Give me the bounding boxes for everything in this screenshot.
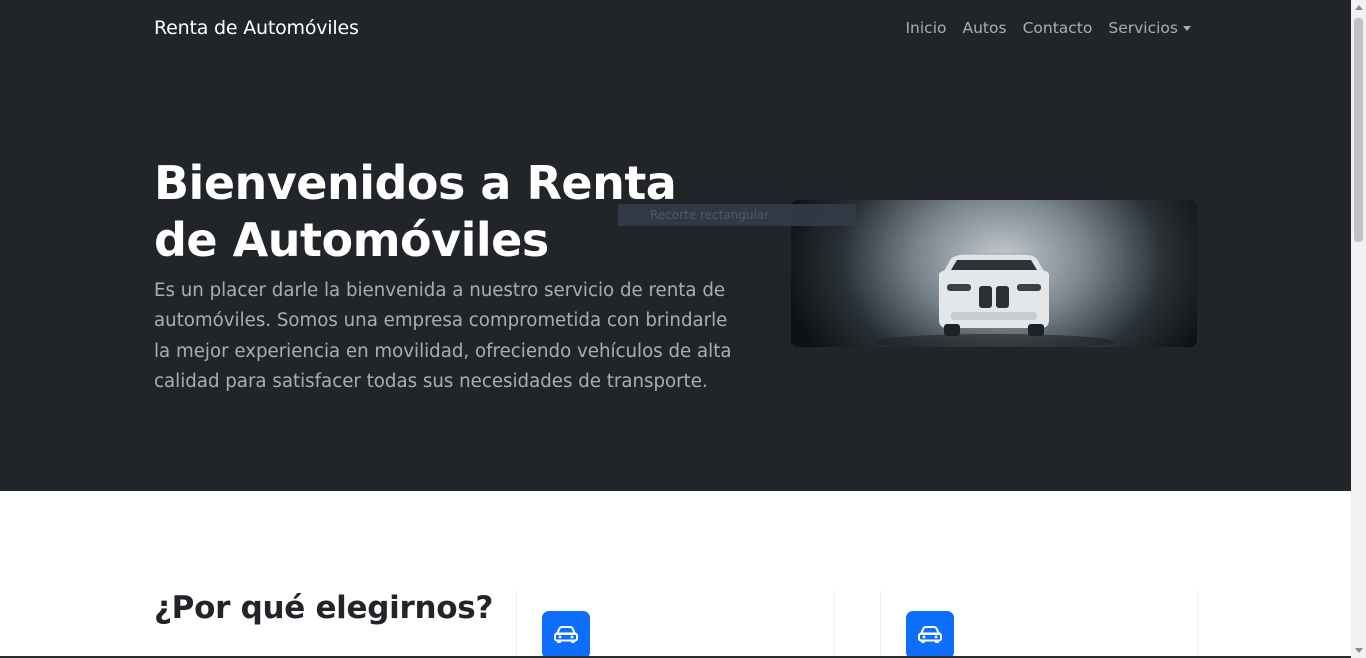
card-border <box>834 590 835 658</box>
navbar: Renta de Automóviles Inicio Autos Contac… <box>0 0 1351 58</box>
vertical-scrollbar[interactable] <box>1351 0 1366 658</box>
nav-links: Inicio Autos Contacto Servicios <box>897 19 1191 37</box>
feature-icon-box <box>906 611 954 658</box>
caret-down-icon <box>1183 25 1191 31</box>
hero-description: Es un placer darle la bienvenida a nuest… <box>154 280 732 392</box>
scroll-down-icon[interactable] <box>1355 648 1363 653</box>
scrollbar-thumb[interactable] <box>1354 18 1363 242</box>
card-border <box>516 590 517 658</box>
nav-dropdown-label: Servicios <box>1108 19 1178 37</box>
scroll-up-icon[interactable] <box>1355 5 1363 10</box>
nav-link-inicio[interactable]: Inicio <box>897 19 954 37</box>
car-front-icon <box>918 626 942 643</box>
nav-dropdown-servicios[interactable]: Servicios <box>1100 19 1191 37</box>
feature-icon-box <box>542 611 590 658</box>
card-border <box>880 590 881 658</box>
nav-link-contacto[interactable]: Contacto <box>1015 19 1101 37</box>
car-front-icon <box>554 626 578 643</box>
snip-tool-label: Recorte rectangular <box>618 204 856 226</box>
nav-link-autos[interactable]: Autos <box>955 19 1015 37</box>
section-title: ¿Por qué elegirnos? <box>154 590 494 626</box>
navbar-brand[interactable]: Renta de Automóviles <box>154 17 359 39</box>
card-border <box>1197 590 1198 658</box>
